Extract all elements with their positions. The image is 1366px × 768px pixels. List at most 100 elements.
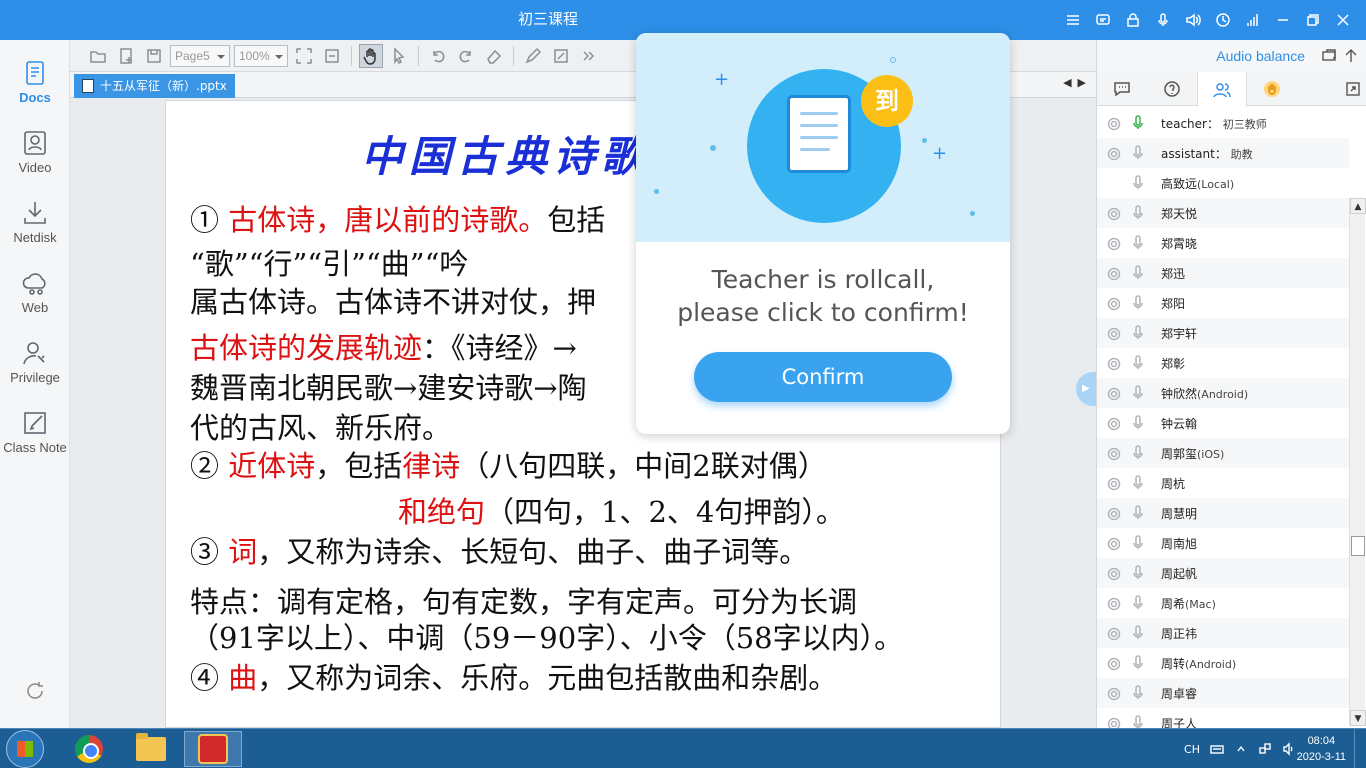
minimize-icon[interactable] [1270,7,1296,33]
microphone-icon[interactable] [1131,295,1145,311]
new-page-icon[interactable] [114,44,138,68]
microphone-icon[interactable] [1131,445,1145,461]
redo-icon[interactable] [454,44,478,68]
microphone-icon[interactable] [1131,385,1145,401]
show-desktop-button[interactable] [1354,729,1366,768]
microphone-icon[interactable] [1131,475,1145,491]
camera-icon[interactable] [1107,626,1121,641]
camera-icon[interactable] [1107,296,1121,311]
camera-icon[interactable] [1107,266,1121,281]
sidebar-item-video[interactable]: Video [0,128,70,188]
microphone-icon[interactable] [1131,715,1145,728]
eraser-icon[interactable] [482,44,506,68]
sidebar-item-netdisk[interactable]: Netdisk [0,198,70,258]
more-icon[interactable] [577,44,601,68]
user-row[interactable]: 周子人 [1097,708,1349,728]
user-row[interactable]: assistant： 助教 [1097,138,1349,168]
tab-users[interactable] [1197,72,1247,107]
user-list-scrollbar[interactable]: ▲ ▼ [1349,198,1366,726]
show-hidden-icons[interactable] [1234,742,1248,756]
user-row[interactable]: 周郭玺(iOS) [1097,438,1349,468]
pin-icon[interactable] [1343,48,1359,64]
camera-icon[interactable] [1107,416,1121,431]
hand-tool-icon[interactable] [359,43,383,68]
sidebar-item-docs[interactable]: Docs [0,58,70,118]
user-row[interactable]: 郑宇轩 [1097,318,1349,348]
camera-icon[interactable] [1107,716,1121,728]
user-row[interactable]: 钟云翰 [1097,408,1349,438]
camera-icon[interactable] [1107,566,1121,581]
user-row[interactable]: 郑霄晓 [1097,228,1349,258]
user-row[interactable]: 周起帆 [1097,558,1349,588]
taskbar-explorer[interactable] [122,731,180,767]
microphone-icon[interactable] [1131,595,1145,611]
volume-icon[interactable] [1282,742,1296,756]
microphone-icon[interactable] [1131,505,1145,521]
user-row[interactable]: 钟欣然(Android) [1097,378,1349,408]
undo-icon[interactable] [426,44,450,68]
input-language[interactable]: CH [1184,743,1200,756]
microphone-icon[interactable] [1131,565,1145,581]
microphone-icon[interactable] [1150,7,1176,33]
expand-panel-icon[interactable] [1345,81,1361,97]
user-row[interactable]: 郑阳 [1097,288,1349,318]
camera-icon[interactable] [1107,386,1121,401]
pen-icon[interactable] [521,44,545,68]
camera-icon[interactable] [1107,596,1121,611]
network-icon[interactable] [1258,742,1272,756]
user-row[interactable]: 周卓睿 [1097,678,1349,708]
camera-icon[interactable] [1107,326,1121,341]
user-row[interactable]: 郑迅 [1097,258,1349,288]
user-row[interactable]: 周转(Android) [1097,648,1349,678]
menu-icon[interactable] [1060,7,1086,33]
scroll-thumb[interactable] [1351,536,1365,556]
microphone-icon[interactable] [1131,175,1145,191]
user-row[interactable]: 周希(Mac) [1097,588,1349,618]
camera-icon[interactable] [1107,206,1121,221]
microphone-icon[interactable] [1131,205,1145,221]
camera-icon[interactable] [1107,236,1121,251]
keyboard-icon[interactable] [1210,742,1224,756]
zoom-select[interactable]: 100% [234,44,288,67]
microphone-icon[interactable] [1131,265,1145,281]
open-folder-icon[interactable] [86,44,110,68]
sidebar-item-privilege[interactable]: Privilege [0,338,70,398]
restore-icon[interactable] [1300,7,1326,33]
camera-icon[interactable] [1107,356,1121,371]
tab-raise-hand[interactable] [1247,72,1297,106]
camera-icon[interactable] [1107,446,1121,461]
user-row[interactable]: 周杭 [1097,468,1349,498]
user-row[interactable]: 周慧明 [1097,498,1349,528]
taskbar-clock[interactable]: 08:04 2020-3-11 [1297,733,1346,765]
tab-chat[interactable] [1097,72,1147,106]
signal-icon[interactable] [1240,7,1266,33]
microphone-icon[interactable] [1131,415,1145,431]
taskbar-classroom-app[interactable] [184,731,242,767]
fit-screen-icon[interactable] [292,44,316,68]
pointer-tool-icon[interactable] [387,44,411,68]
camera-icon[interactable] [1107,506,1121,521]
refresh-icon[interactable] [24,680,46,702]
sidebar-item-web[interactable]: Web [0,268,70,328]
screenshot-icon[interactable] [549,44,573,68]
tab-question[interactable] [1147,72,1197,106]
speaker-icon[interactable] [1180,7,1206,33]
camera-icon[interactable] [1107,116,1121,131]
close-icon[interactable] [1330,7,1356,33]
confirm-button[interactable]: Confirm [694,352,952,402]
microphone-icon[interactable] [1131,655,1145,671]
microphone-icon[interactable] [1131,115,1145,131]
user-row[interactable]: 周南旭 [1097,528,1349,558]
user-row[interactable]: 郑天悦 [1097,198,1349,228]
chat-bubble-icon[interactable] [1090,7,1116,33]
camera-icon[interactable] [1107,476,1121,491]
microphone-icon[interactable] [1131,235,1145,251]
scroll-down-arrow[interactable]: ▼ [1350,710,1366,726]
clock-icon[interactable] [1210,7,1236,33]
scroll-up-arrow[interactable]: ▲ [1350,198,1366,214]
user-row[interactable]: 周正祎 [1097,618,1349,648]
taskbar-chrome[interactable] [60,731,118,767]
user-row[interactable]: 高致远(Local) [1097,168,1349,198]
page-select[interactable]: Page5 [170,44,230,67]
microphone-icon[interactable] [1131,325,1145,341]
